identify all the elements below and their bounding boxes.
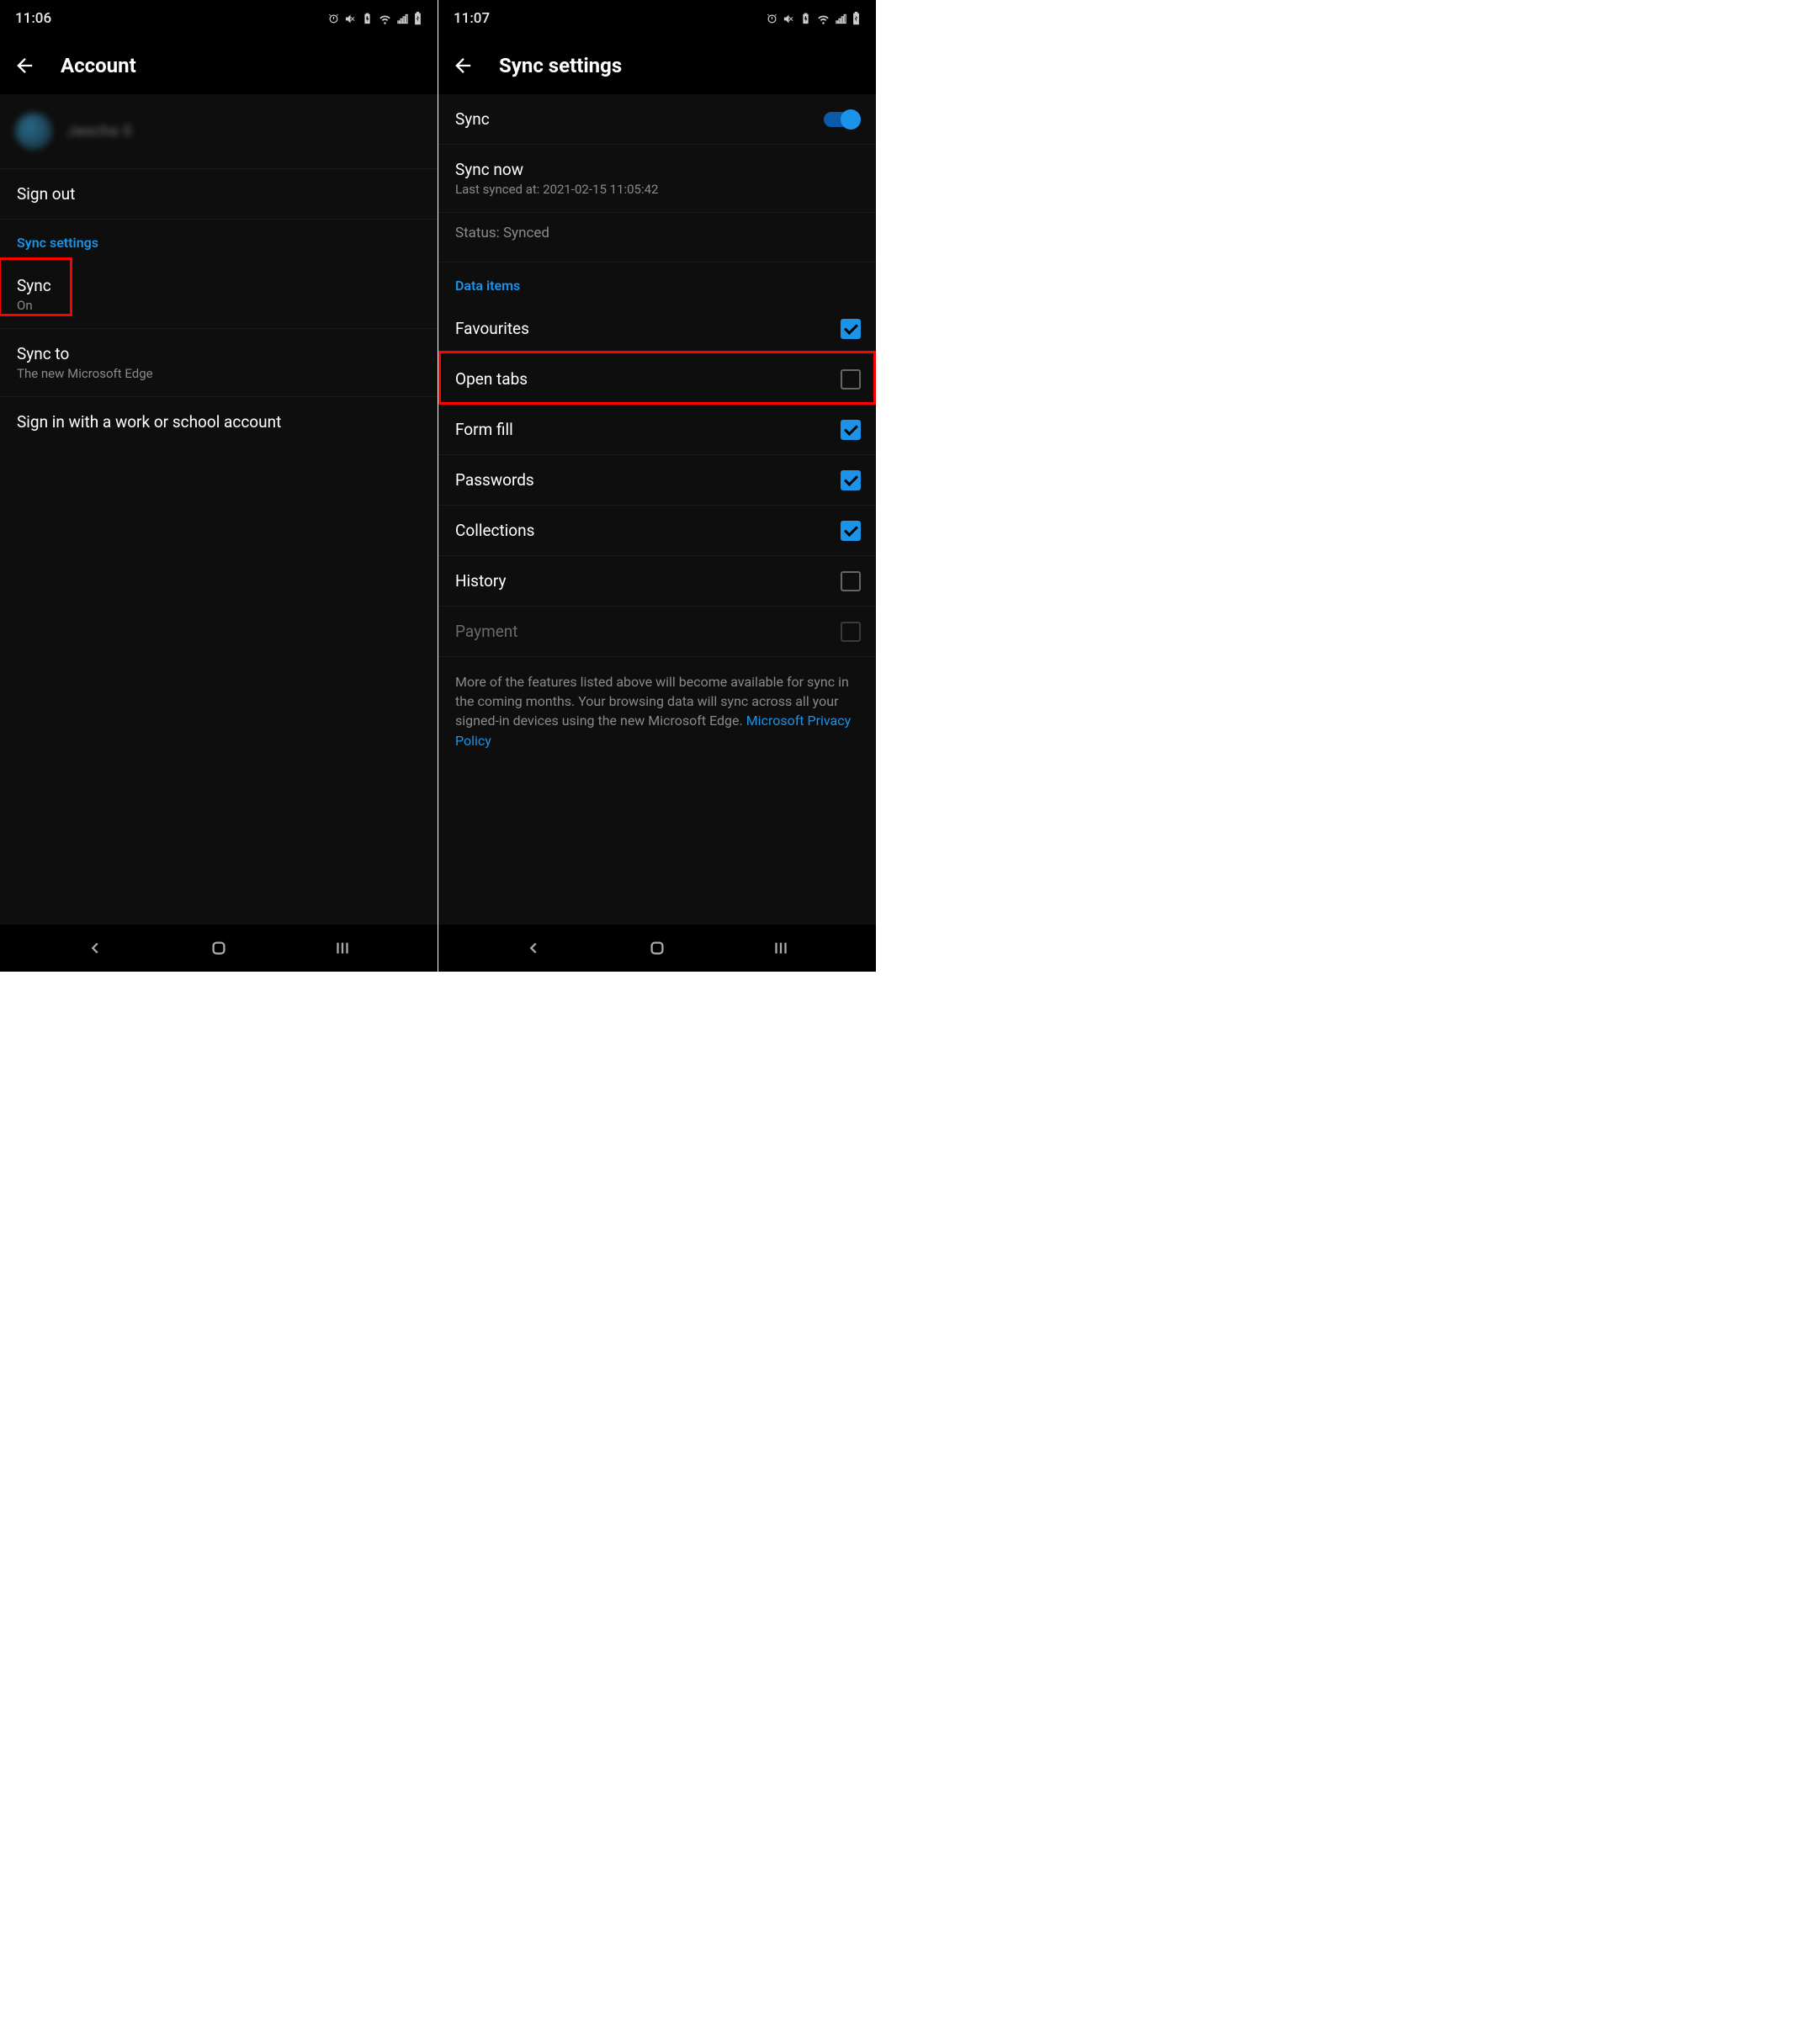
sync-toggle[interactable]	[824, 109, 861, 130]
syncto-value: The new Microsoft Edge	[17, 366, 421, 381]
open-tabs-item[interactable]: Open tabs	[438, 354, 876, 405]
sync-toggle-label: Sync	[455, 109, 490, 129]
form-fill-item[interactable]: Form fill	[438, 405, 876, 455]
mute-icon	[783, 13, 795, 25]
chevron-left-icon	[524, 939, 543, 957]
header: Account	[0, 37, 438, 94]
wifi-icon	[816, 13, 830, 25]
passwords-checkbox[interactable]	[841, 470, 861, 490]
content: Jascha S Sign out Sync settings Sync On …	[0, 94, 438, 925]
page-title: Account	[61, 54, 136, 77]
phone-right: 11:07 Sync settings Sync Sync now Last s…	[438, 0, 876, 972]
sync-now-item[interactable]: Sync now Last synced at: 2021-02-15 11:0…	[438, 145, 876, 213]
nav-recents[interactable]	[322, 928, 363, 968]
wifi-icon	[378, 13, 392, 25]
sync-now-sub: Last synced at: 2021-02-15 11:05:42	[455, 182, 859, 197]
payment-label: Payment	[455, 622, 859, 641]
history-item[interactable]: History	[438, 556, 876, 607]
syncto-label: Sync to	[17, 344, 421, 363]
home-icon	[210, 939, 228, 957]
favourites-checkbox[interactable]	[841, 319, 861, 339]
collections-label: Collections	[455, 521, 859, 540]
collections-checkbox[interactable]	[841, 521, 861, 541]
signin-work-label: Sign in with a work or school account	[17, 412, 421, 432]
open-tabs-checkbox[interactable]	[841, 369, 861, 389]
page-title: Sync settings	[499, 54, 622, 77]
battery-icon	[852, 12, 861, 26]
nav-bar	[438, 925, 876, 972]
content: Sync Sync now Last synced at: 2021-02-15…	[438, 94, 876, 925]
status-icons	[327, 12, 422, 26]
nav-back[interactable]	[75, 928, 115, 968]
passwords-label: Passwords	[455, 470, 859, 490]
header: Sync settings	[438, 37, 876, 94]
collections-item[interactable]: Collections	[438, 506, 876, 556]
nav-home[interactable]	[637, 928, 677, 968]
status-bar: 11:07	[438, 0, 876, 37]
signin-work-item[interactable]: Sign in with a work or school account	[0, 397, 438, 447]
battery-saver-icon	[361, 13, 374, 25]
form-fill-label: Form fill	[455, 420, 859, 439]
form-fill-checkbox[interactable]	[841, 420, 861, 440]
history-checkbox[interactable]	[841, 571, 861, 591]
payment-checkbox	[841, 622, 861, 642]
alarm-icon	[327, 13, 340, 25]
sync-now-label: Sync now	[455, 160, 859, 179]
sync-settings-header: Sync settings	[0, 220, 438, 261]
battery-saver-icon	[799, 13, 812, 25]
favourites-label: Favourites	[455, 319, 859, 338]
arrow-left-icon	[13, 54, 37, 77]
status-time: 11:07	[454, 10, 490, 27]
footer-text: More of the features listed above will b…	[438, 657, 876, 766]
sync-status-label: Status: Synced	[455, 225, 859, 241]
account-row[interactable]: Jascha S	[0, 94, 438, 169]
signout-item[interactable]: Sign out	[0, 169, 438, 220]
battery-icon	[413, 12, 422, 26]
home-icon	[648, 939, 666, 957]
account-name: Jascha S	[67, 123, 132, 140]
nav-bar	[0, 925, 438, 972]
recents-icon	[772, 939, 790, 957]
nav-recents[interactable]	[761, 928, 801, 968]
signal-icon	[396, 13, 409, 25]
history-label: History	[455, 571, 859, 591]
signal-icon	[835, 13, 847, 25]
back-button[interactable]	[448, 50, 479, 81]
nav-home[interactable]	[199, 928, 239, 968]
sync-value: On	[17, 298, 421, 313]
syncto-item[interactable]: Sync to The new Microsoft Edge	[0, 329, 438, 397]
signout-label: Sign out	[17, 184, 421, 204]
status-time: 11:06	[15, 10, 51, 27]
sync-status-item: Status: Synced	[438, 213, 876, 262]
recents-icon	[333, 939, 352, 957]
status-icons	[766, 12, 861, 26]
back-button[interactable]	[10, 50, 40, 81]
arrow-left-icon	[452, 54, 475, 77]
payment-item: Payment	[438, 607, 876, 657]
passwords-item[interactable]: Passwords	[438, 455, 876, 506]
sync-label: Sync	[17, 276, 421, 295]
mute-icon	[344, 13, 357, 25]
chevron-left-icon	[86, 939, 104, 957]
alarm-icon	[766, 13, 778, 25]
nav-back[interactable]	[513, 928, 554, 968]
favourites-item[interactable]: Favourites	[438, 304, 876, 354]
data-items-header: Data items	[438, 262, 876, 304]
open-tabs-label: Open tabs	[455, 369, 859, 389]
sync-item[interactable]: Sync On	[0, 261, 438, 329]
phone-left: 11:06 Account Jascha S Sign out Sync set…	[0, 0, 438, 972]
status-bar: 11:06	[0, 0, 438, 37]
avatar	[15, 113, 52, 150]
sync-toggle-row[interactable]: Sync	[438, 94, 876, 145]
